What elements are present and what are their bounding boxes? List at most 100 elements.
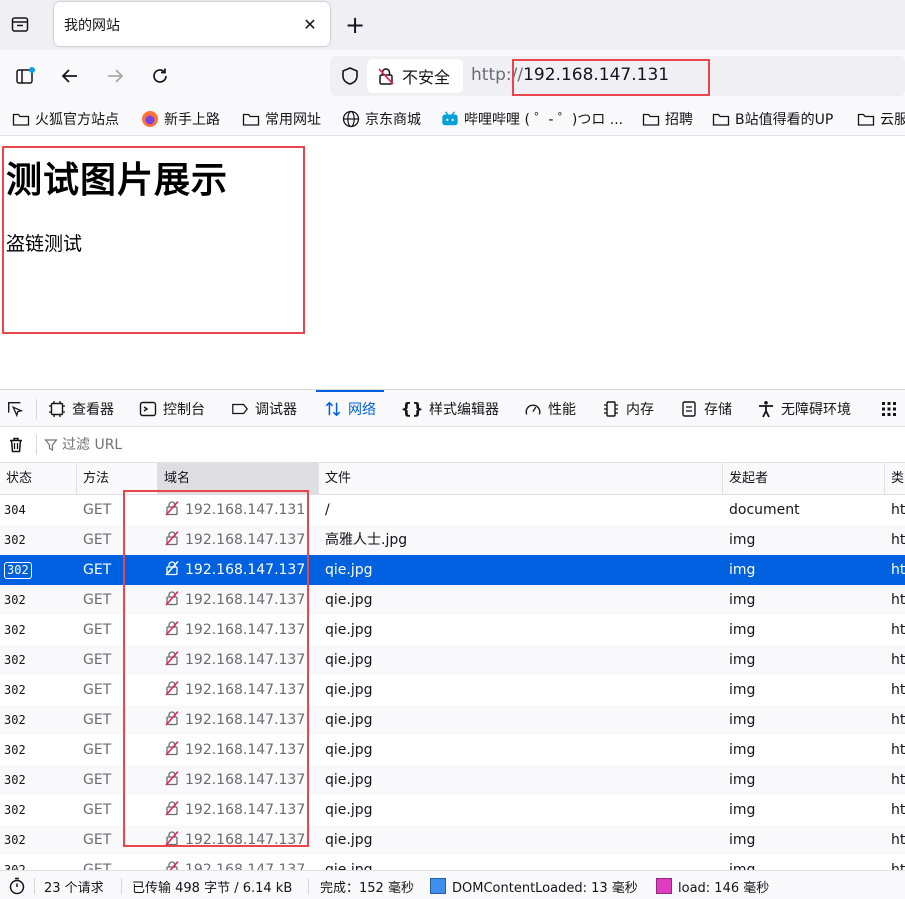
bookmark-label: B站值得看的UP xyxy=(735,112,834,128)
bookmark-item[interactable]: 火狐官方站点 xyxy=(12,108,119,130)
tab-label: 控制台 xyxy=(163,401,205,418)
cell-type: ht xyxy=(891,502,905,518)
cell-status: 302 xyxy=(4,533,26,547)
cell-status: 302 xyxy=(4,833,26,847)
firefox-icon xyxy=(141,110,159,128)
tab-label: 查看器 xyxy=(72,401,114,418)
cell-status: 302 xyxy=(4,863,26,870)
cell-initiator: img xyxy=(729,802,756,818)
cell-type: ht xyxy=(891,712,905,728)
tab-network[interactable]: 网络 xyxy=(316,390,384,427)
tab-list-icon xyxy=(11,17,29,32)
cell-file: qie.jpg xyxy=(325,592,373,608)
tab-console[interactable]: 控制台 xyxy=(139,390,205,427)
tab-title: 我的网站 xyxy=(64,18,120,34)
cell-initiator: img xyxy=(729,532,756,548)
cell-type: ht xyxy=(891,622,905,638)
cell-file: qie.jpg xyxy=(325,712,373,728)
column-initiator[interactable]: 发起者 xyxy=(723,463,885,495)
bookmark-item[interactable]: B站值得看的UP xyxy=(712,108,833,130)
connection-security-button[interactable]: 不安全 xyxy=(367,59,463,93)
tab-debugger[interactable]: 调试器 xyxy=(231,390,297,427)
cell-initiator: img xyxy=(729,682,756,698)
tab-style-editor[interactable]: {} 样式编辑器 xyxy=(401,390,499,427)
element-picker-button[interactable] xyxy=(6,390,30,427)
tracking-protection-button[interactable] xyxy=(338,64,362,88)
bookmarks-toolbar: 火狐官方站点 新手上路 常用网址 京东商城 哔哩哔哩 ( ゜- ゜)つロ ...… xyxy=(0,102,905,136)
picker-icon xyxy=(6,400,24,418)
filter-url-input[interactable] xyxy=(62,437,422,453)
column-type[interactable]: 类 xyxy=(885,463,905,495)
forward-button[interactable] xyxy=(100,61,130,91)
tab-storage[interactable]: 存储 xyxy=(680,390,732,427)
sidebar-button[interactable] xyxy=(10,61,40,91)
close-icon[interactable]: ✕ xyxy=(298,12,322,36)
folder-icon xyxy=(857,110,875,128)
inspector-icon xyxy=(48,400,66,418)
arrow-left-icon xyxy=(61,69,77,83)
back-button[interactable] xyxy=(55,61,85,91)
cell-file: / xyxy=(325,502,330,518)
cell-type: ht xyxy=(891,802,905,818)
folder-icon xyxy=(12,110,30,128)
cell-initiator: img xyxy=(729,712,756,728)
column-file[interactable]: 文件 xyxy=(319,463,723,495)
bookmark-item[interactable]: 常用网址 xyxy=(242,108,321,130)
tab-inspector[interactable]: 查看器 xyxy=(48,390,114,427)
bookmark-item[interactable]: 招聘 xyxy=(642,108,693,130)
storage-icon xyxy=(680,400,698,418)
network-arrows-icon xyxy=(324,400,342,418)
bookmark-item[interactable]: 哔哩哔哩 ( ゜- ゜)つロ ... xyxy=(441,108,623,130)
cell-type: ht xyxy=(891,862,905,870)
folder-icon xyxy=(642,110,660,128)
cell-initiator: img xyxy=(729,562,756,578)
trash-icon xyxy=(10,437,22,453)
filter-url-field[interactable] xyxy=(44,433,444,457)
finish-time: 完成：152 毫秒 xyxy=(320,880,414,896)
status-separator xyxy=(121,878,122,894)
tab-list-button[interactable] xyxy=(6,10,34,38)
cell-initiator: img xyxy=(729,592,756,608)
more-tools-button[interactable] xyxy=(880,390,904,427)
cell-initiator: img xyxy=(729,652,756,668)
globe-icon xyxy=(342,110,360,128)
tab-performance[interactable]: 性能 xyxy=(524,390,576,427)
console-icon xyxy=(139,400,157,418)
bookmark-item[interactable]: 云服 xyxy=(857,108,905,130)
load-swatch xyxy=(656,878,672,894)
tab-accessibility[interactable]: 无障碍环境 xyxy=(757,390,851,427)
navigation-toolbar: 不安全 http://192.168.147.131 xyxy=(0,50,905,102)
reload-button[interactable] xyxy=(145,61,175,91)
table-row[interactable]: 302 GET 192.168.147.137 qie.jpg img ht xyxy=(0,855,905,870)
tab-label: 性能 xyxy=(548,401,576,418)
cell-type: ht xyxy=(891,562,905,578)
cell-initiator: img xyxy=(729,862,756,870)
cell-status: 302 xyxy=(4,683,26,697)
cell-status: 302 xyxy=(4,593,26,607)
cell-status: 302 xyxy=(4,743,26,757)
column-status[interactable]: 状态 xyxy=(0,463,77,495)
cell-type: ht xyxy=(891,532,905,548)
tab-label: 内存 xyxy=(626,401,654,418)
cell-file: qie.jpg xyxy=(325,742,373,758)
plus-icon[interactable]: + xyxy=(340,10,370,40)
cell-type: ht xyxy=(891,832,905,848)
dcl-label: DOMContentLoaded: 13 毫秒 xyxy=(452,880,638,896)
performance-analysis-button[interactable] xyxy=(8,871,26,899)
dcl-swatch xyxy=(430,878,446,894)
bookmark-item[interactable]: 新手上路 xyxy=(141,108,220,130)
cell-status: 302 xyxy=(4,803,26,817)
bookmark-label: 招聘 xyxy=(665,112,693,128)
reload-icon xyxy=(153,68,167,83)
filter-funnel-icon xyxy=(44,439,58,451)
tab-memory[interactable]: 内存 xyxy=(602,390,654,427)
content-annotation-box xyxy=(2,146,305,334)
clear-requests-button[interactable] xyxy=(6,435,26,455)
sidebar-icon xyxy=(16,67,35,84)
browser-tab[interactable]: 我的网站 ✕ xyxy=(54,2,330,46)
cell-status: 302 xyxy=(4,623,26,637)
cell-initiator: document xyxy=(729,502,800,518)
domain-annotation-box xyxy=(123,490,309,847)
bookmark-item[interactable]: 京东商城 xyxy=(342,108,421,130)
toolbar-separator xyxy=(36,399,37,419)
